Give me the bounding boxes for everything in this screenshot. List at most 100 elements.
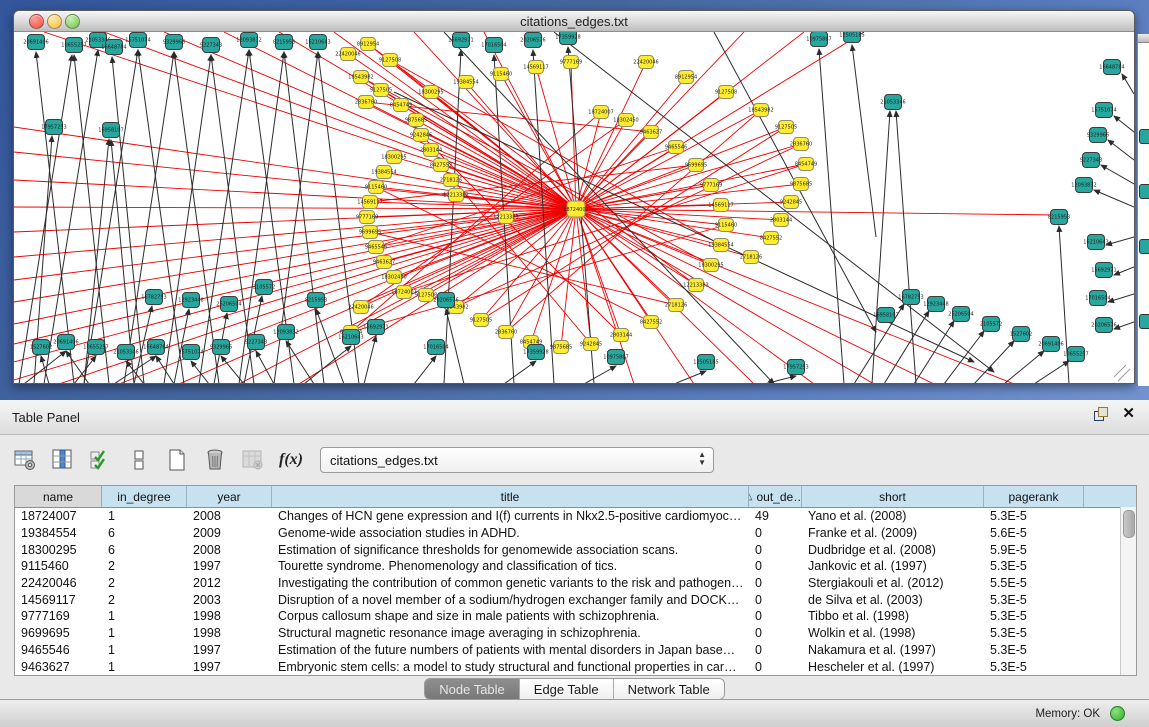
table-cell[interactable]: 2 — [102, 576, 187, 590]
table-cell[interactable]: 2008 — [187, 543, 272, 557]
zoom-window-button[interactable] — [65, 14, 80, 29]
table-cell[interactable]: Tibbo et al. (1998) — [802, 609, 984, 623]
new-table-icon[interactable] — [164, 447, 190, 473]
table-cell[interactable]: 0 — [749, 609, 802, 623]
table-cell[interactable]: 18300295 — [15, 543, 102, 557]
table-cell[interactable]: 0 — [749, 643, 802, 657]
minimize-window-button[interactable] — [47, 14, 62, 29]
table-cell[interactable]: Tourette syndrome. Phenomenology and cla… — [272, 559, 749, 573]
table-cell[interactable]: 2012 — [187, 576, 272, 590]
table-cell[interactable]: Genome-wide association studies in ADHD. — [272, 526, 749, 540]
table-cell[interactable]: 0 — [749, 660, 802, 674]
tab-node-table[interactable]: Node Table — [425, 679, 520, 699]
table-row[interactable]: 1830029562008Estimation of significance … — [15, 541, 1136, 558]
table-cell[interactable]: 1 — [102, 643, 187, 657]
table-row[interactable]: 1938455462009Genome-wide association stu… — [15, 525, 1136, 542]
table-selector-dropdown[interactable]: citations_edges.txt ▲▼ — [320, 447, 714, 473]
table-cell[interactable]: 1 — [102, 626, 187, 640]
table-cell[interactable]: 1998 — [187, 626, 272, 640]
citation-network-graph[interactable]: 2242004689129549127508185439829127505283… — [14, 32, 1134, 384]
table-cell[interactable]: 1998 — [187, 609, 272, 623]
tab-network-table[interactable]: Network Table — [614, 679, 724, 699]
table-cell[interactable]: Jankovic et al. (1997) — [802, 559, 984, 573]
table-cell[interactable]: Disruption of a novel member of a sodium… — [272, 593, 749, 607]
table-cell[interactable]: 14569117 — [15, 593, 102, 607]
network-view-window[interactable]: citations_edges.txt 22420046891295491275… — [13, 10, 1135, 384]
table-cell[interactable]: Wolkin et al. (1998) — [802, 626, 984, 640]
table-row[interactable]: 2242004622012Investigating the contribut… — [15, 575, 1136, 592]
column-header-out_de[interactable]: △out_de… — [749, 486, 802, 507]
table-header-row[interactable]: namein_degreeyeartitle△out_de…shortpager… — [15, 486, 1136, 508]
table-cell[interactable]: 19384554 — [15, 526, 102, 540]
table-cell[interactable]: de Silva et al. (2003) — [802, 593, 984, 607]
network-canvas[interactable]: 2242004689129549127508185439829127505283… — [14, 32, 1134, 383]
network-window-titlebar[interactable]: citations_edges.txt — [14, 11, 1134, 32]
table-cell[interactable]: 2008 — [187, 509, 272, 523]
table-cell[interactable]: 5.6E-5 — [984, 526, 1084, 540]
table-scrollbar[interactable] — [1120, 507, 1136, 675]
table-cell[interactable]: 0 — [749, 626, 802, 640]
table-settings-icon[interactable] — [12, 447, 38, 473]
select-rows-icon[interactable] — [88, 447, 114, 473]
table-row[interactable]: 977716911998Corpus callosum shape and si… — [15, 608, 1136, 625]
table-cell[interactable]: Nakamura et al. (1997) — [802, 643, 984, 657]
table-cell[interactable]: Hescheler et al. (1997) — [802, 660, 984, 674]
table-body[interactable]: 1872400712008Changes of HCN gene express… — [15, 508, 1136, 675]
table-cell[interactable]: 0 — [749, 576, 802, 590]
tab-edge-table[interactable]: Edge Table — [520, 679, 614, 699]
table-row[interactable]: 1456911722003Disruption of a novel membe… — [15, 591, 1136, 608]
table-scrollbar-thumb[interactable] — [1123, 510, 1135, 538]
clear-selection-icon[interactable] — [126, 447, 152, 473]
column-header-short[interactable]: short — [802, 486, 984, 507]
column-select-icon[interactable] — [50, 447, 76, 473]
table-cell[interactable]: 1 — [102, 509, 187, 523]
table-cell[interactable]: 5.3E-5 — [984, 559, 1084, 573]
table-cell[interactable]: 9463627 — [15, 660, 102, 674]
function-builder-icon[interactable]: f(x) — [278, 447, 304, 473]
column-header-title[interactable]: title — [272, 486, 749, 507]
table-cell[interactable]: 5.3E-5 — [984, 660, 1084, 674]
table-cell[interactable]: 1 — [102, 660, 187, 674]
close-panel-icon[interactable]: ✕ — [1122, 407, 1135, 421]
table-cell[interactable]: 1997 — [187, 559, 272, 573]
column-header-in_degree[interactable]: in_degree — [102, 486, 187, 507]
table-cell[interactable]: 9465546 — [15, 643, 102, 657]
table-cell[interactable]: 9115460 — [15, 559, 102, 573]
table-cell[interactable]: 22420046 — [15, 576, 102, 590]
table-cell[interactable]: 6 — [102, 543, 187, 557]
table-cell[interactable]: 0 — [749, 559, 802, 573]
table-cell[interactable]: Stergiakouli et al. (2012) — [802, 576, 984, 590]
table-row[interactable]: 946362711997Embryonic stem cells: a mode… — [15, 658, 1136, 675]
table-row[interactable]: 1872400712008Changes of HCN gene express… — [15, 508, 1136, 525]
column-header-pagerank[interactable]: pagerank — [984, 486, 1084, 507]
close-window-button[interactable] — [29, 14, 44, 29]
table-cell[interactable]: 5.3E-5 — [984, 643, 1084, 657]
table-cell[interactable]: 2009 — [187, 526, 272, 540]
table-cell[interactable]: Corpus callosum shape and size in male p… — [272, 609, 749, 623]
table-cell[interactable]: Estimation of the future numbers of pati… — [272, 643, 749, 657]
table-cell[interactable]: 1997 — [187, 660, 272, 674]
table-cell[interactable]: 5.3E-5 — [984, 593, 1084, 607]
table-cell[interactable]: 5.3E-5 — [984, 626, 1084, 640]
table-cell[interactable]: 0 — [749, 543, 802, 557]
table-cell[interactable]: 2 — [102, 559, 187, 573]
table-cell[interactable]: 1997 — [187, 643, 272, 657]
table-cell[interactable]: 2 — [102, 593, 187, 607]
float-panel-icon[interactable] — [1094, 407, 1108, 421]
table-row[interactable]: 969969511998Structural magnetic resonanc… — [15, 625, 1136, 642]
table-cell[interactable]: 1 — [102, 609, 187, 623]
table-cell[interactable]: Estimation of significance thresholds fo… — [272, 543, 749, 557]
table-cell[interactable]: 6 — [102, 526, 187, 540]
table-cell[interactable]: Yano et al. (2008) — [802, 509, 984, 523]
table-cell[interactable]: 18724007 — [15, 509, 102, 523]
table-cell[interactable]: 2003 — [187, 593, 272, 607]
table-cell[interactable]: 5.9E-5 — [984, 543, 1084, 557]
table-cell[interactable]: Embryonic stem cells: a model to study s… — [272, 660, 749, 674]
table-cell[interactable]: 9777169 — [15, 609, 102, 623]
table-cell[interactable]: 9699695 — [15, 626, 102, 640]
table-cell[interactable]: Dudbridge et al. (2008) — [802, 543, 984, 557]
table-row[interactable]: 946554611997Estimation of the future num… — [15, 642, 1136, 659]
column-header-year[interactable]: year — [187, 486, 272, 507]
table-row[interactable]: 911546021997Tourette syndrome. Phenomeno… — [15, 558, 1136, 575]
delete-rows-icon[interactable] — [202, 447, 228, 473]
